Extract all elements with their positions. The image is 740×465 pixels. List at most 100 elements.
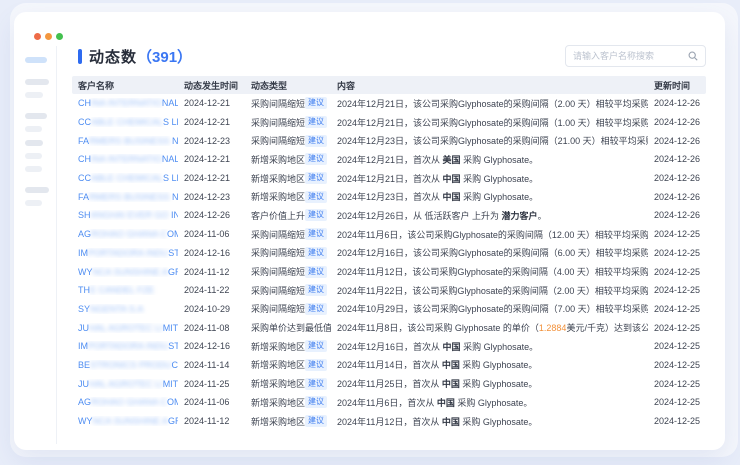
suggestion-badge[interactable]: 建议: [305, 135, 327, 147]
customer-name-prefix: CH: [78, 154, 91, 164]
search-box[interactable]: [565, 45, 706, 67]
content-segment: 采购 Glyphosate。: [461, 342, 539, 352]
table-row[interactable]: FARMERS BUSINESS NET...2024-12-23新增采购地区建…: [72, 187, 706, 206]
sidebar-item[interactable]: [25, 200, 42, 206]
content-segment: 2024年12月21日，首次从: [337, 174, 443, 184]
sidebar-item[interactable]: [25, 126, 42, 132]
sidebar-item[interactable]: [25, 153, 42, 159]
customer-name-link[interactable]: SHANGHAI EVER GO INTER...: [72, 210, 178, 220]
customer-name-link[interactable]: AGROHAO GHANA COMPA...: [72, 229, 178, 239]
event-type-cell: 采购间隔缩短建议: [245, 284, 331, 297]
customer-name-suffix: MITED: [163, 323, 178, 333]
suggestion-badge[interactable]: 建议: [305, 247, 327, 259]
record-count: （391）: [137, 46, 192, 67]
table-row[interactable]: JUHAL AGROTEC LIMITED2024-11-08采购单价达到最低值…: [72, 318, 706, 337]
content-segment: 采购 Glyphosate。: [461, 155, 539, 165]
event-content: 2024年12月23日，首次从 中国 采购 Glyphosate。: [331, 190, 648, 203]
customer-name-link[interactable]: CCABLE CHEMICALS LLC: [72, 173, 178, 183]
suggestion-badge[interactable]: 建议: [305, 415, 327, 427]
event-type: 采购间隔缩短: [251, 284, 305, 297]
window-maximize-button[interactable]: [56, 33, 63, 40]
suggestion-badge[interactable]: 建议: [305, 116, 327, 128]
sidebar-item[interactable]: [25, 113, 47, 119]
content-segment: 2024年11月14日，首次从: [337, 360, 442, 370]
content-segment: 2024年12月26日，从 低活跃客户 上升为: [337, 211, 502, 221]
customer-name-link[interactable]: CHINA INTERNATIONAL L...: [72, 154, 178, 164]
table-row[interactable]: CCABLE CHEMICALS LLC2024-12-21新增采购地区建议20…: [72, 169, 706, 188]
content-segment: 2024年12月16日，首次从: [337, 342, 443, 352]
suggestion-badge[interactable]: 建议: [305, 191, 327, 203]
event-type: 新增采购地区: [251, 172, 305, 185]
suggestion-badge[interactable]: 建议: [305, 359, 327, 371]
table-row[interactable]: THE CANDEL FZE2024-11-22采购间隔缩短建议2024年11月…: [72, 281, 706, 300]
customer-name-link[interactable]: WYNCA SUNSHINE AGRIC ...: [72, 267, 178, 277]
suggestion-badge[interactable]: 建议: [305, 209, 327, 221]
table-row[interactable]: WYNCA SUNSHINE AGRIC ...2024-11-12采购间隔缩短…: [72, 262, 706, 281]
customer-name-link[interactable]: IMPORTADORA INDUSTRIA...: [72, 341, 178, 351]
table-row[interactable]: AGROHAO GHANA COMPA...2024-11-06采购间隔缩短建议…: [72, 225, 706, 244]
window-close-button[interactable]: [34, 33, 41, 40]
suggestion-badge[interactable]: 建议: [305, 396, 327, 408]
table-row[interactable]: WYNCA SUNSHINE AGRIC ...2024-11-12新增采购地区…: [72, 412, 706, 431]
customer-name-link[interactable]: BESTRONICS PRODUCTIO...: [72, 360, 178, 370]
customer-name-link[interactable]: THE CANDEL FZE: [72, 285, 178, 295]
table-row[interactable]: CCABLE CHEMICALS LLC2024-12-21采购间隔缩短建议20…: [72, 113, 706, 132]
sidebar-item[interactable]: [25, 140, 43, 146]
event-date: 2024-10-29: [178, 304, 245, 314]
table-row[interactable]: CHINA INTERNATIONAL L...2024-12-21采购间隔缩短…: [72, 94, 706, 113]
table-row[interactable]: SHANGHAI EVER GO INTER...2024-12-26客户价值上…: [72, 206, 706, 225]
customer-name-link[interactable]: IMPORTADORA INDUSTRIA...: [72, 248, 178, 258]
sidebar: [14, 46, 57, 444]
suggestion-badge[interactable]: 建议: [305, 172, 327, 184]
suggestion-badge[interactable]: 建议: [305, 97, 327, 109]
table-row[interactable]: IMPORTADORA INDUSTRIA...2024-12-16采购间隔缩短…: [72, 244, 706, 263]
table-row[interactable]: AGROHAO GHANA COMPA...2024-11-06新增采购地区建议…: [72, 393, 706, 412]
suggestion-badge[interactable]: 建议: [305, 340, 327, 352]
customer-name-prefix: SH: [78, 210, 91, 220]
customer-name-link[interactable]: AGROHAO GHANA COMPA...: [72, 397, 178, 407]
sidebar-item[interactable]: [25, 166, 42, 172]
customer-name-link[interactable]: SYNGENTA S.A: [72, 304, 178, 314]
event-type-cell: 采购间隔缩短建议: [245, 134, 331, 147]
customer-name-prefix: JU: [78, 379, 89, 389]
suggestion-badge[interactable]: 建议: [305, 153, 327, 165]
customer-name-prefix: SY: [78, 304, 90, 314]
customer-name-link[interactable]: CHINA INTERNATIONAL L...: [72, 98, 178, 108]
customer-name-link[interactable]: FARMERS BUSINESS NET...: [72, 136, 178, 146]
event-content: 2024年11月12日，该公司采购Glyphosate的采购间隔（4.00 天）…: [331, 265, 648, 278]
suggestion-badge[interactable]: 建议: [305, 284, 327, 296]
event-type-cell: 新增采购地区建议: [245, 396, 331, 409]
content-segment: 2024年11月22日，该公司采购Glyphosate的采购间隔（2.00 天）…: [337, 286, 648, 296]
event-content: 2024年12月21日，该公司采购Glyphosate的采购间隔（1.00 天）…: [331, 116, 648, 129]
customer-name-link[interactable]: JUHAL AGROTEC LIMITED: [72, 323, 178, 333]
event-type: 采购间隔缩短: [251, 228, 305, 241]
table-row[interactable]: IMPORTADORA INDUSTRIA...2024-12-16新增采购地区…: [72, 337, 706, 356]
customer-name-redacted: ABLE CHEMICAL: [91, 117, 163, 127]
event-type: 新增采购地区: [251, 377, 305, 390]
suggestion-badge[interactable]: 建议: [305, 228, 327, 240]
sidebar-item[interactable]: [25, 79, 49, 85]
table-row[interactable]: CHINA INTERNATIONAL L...2024-12-21新增采购地区…: [72, 150, 706, 169]
page-title-text: 动态数: [89, 46, 137, 67]
customer-name-link[interactable]: CCABLE CHEMICALS LLC: [72, 117, 178, 127]
event-type-cell: 新增采购地区建议: [245, 415, 331, 428]
sidebar-item[interactable]: [25, 92, 43, 98]
content-segment: 2024年12月16日，该公司采购Glyphosate的采购间隔（6.00 天）…: [337, 248, 648, 258]
table-row[interactable]: JUHAL AGROTEC LIMITED2024-11-25新增采购地区建议2…: [72, 374, 706, 393]
event-content: 2024年12月21日，该公司采购Glyphosate的采购间隔（2.00 天）…: [331, 97, 648, 110]
table-row[interactable]: SYNGENTA S.A2024-10-29采购间隔缩短建议2024年10月29…: [72, 300, 706, 319]
suggestion-badge[interactable]: 建议: [305, 266, 327, 278]
customer-name-prefix: AG: [78, 397, 91, 407]
table-row[interactable]: BESTRONICS PRODUCTIO...2024-11-14新增采购地区建…: [72, 356, 706, 375]
customer-name-link[interactable]: WYNCA SUNSHINE AGRIC ...: [72, 416, 178, 426]
sidebar-item[interactable]: [25, 187, 49, 193]
customer-name-link[interactable]: FARMERS BUSINESS NET...: [72, 192, 178, 202]
event-date: 2024-11-12: [178, 416, 245, 426]
sidebar-item-active[interactable]: [25, 57, 47, 63]
suggestion-badge[interactable]: 建议: [305, 378, 327, 390]
window-minimize-button[interactable]: [45, 33, 52, 40]
search-input[interactable]: [573, 51, 688, 61]
customer-name-link[interactable]: JUHAL AGROTEC LIMITED: [72, 379, 178, 389]
table-row[interactable]: FARMERS BUSINESS NET...2024-12-23采购间隔缩短建…: [72, 131, 706, 150]
suggestion-badge[interactable]: 建议: [305, 303, 327, 315]
